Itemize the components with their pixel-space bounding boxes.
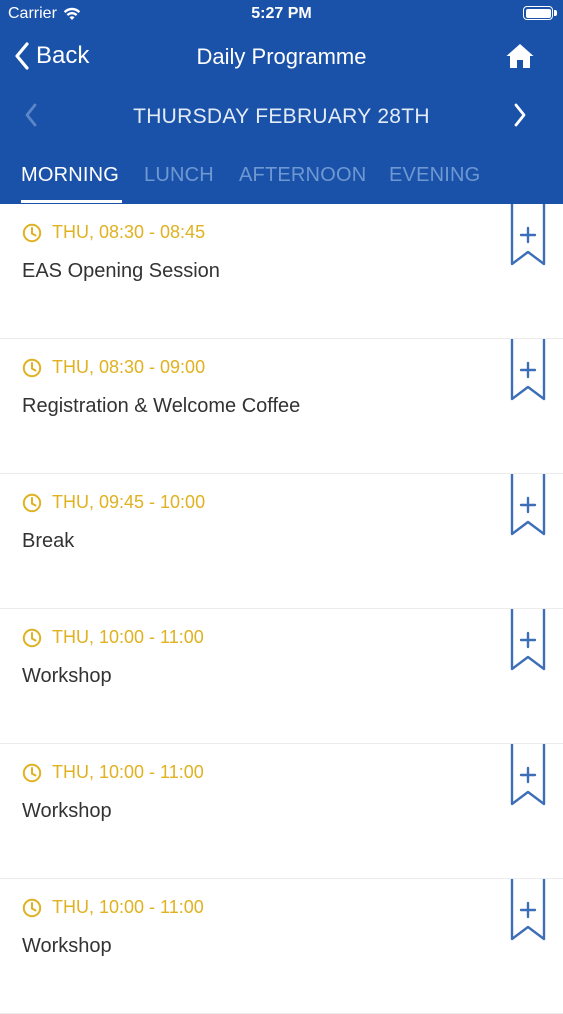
day-part-tabs: MORNING LUNCH AFTERNOON EVENING (0, 160, 563, 204)
session-time: THU, 10:00 - 11:00 (22, 627, 204, 648)
session-time: THU, 10:00 - 11:00 (22, 897, 204, 918)
clock-icon (22, 493, 42, 512)
session-row[interactable]: THU, 09:45 - 10:00 Break (0, 474, 563, 609)
session-title: Workshop (22, 665, 112, 687)
session-title: Workshop (22, 800, 112, 822)
battery-icon (523, 6, 553, 20)
session-time-label: THU, 10:00 - 11:00 (52, 627, 204, 647)
clock-icon (22, 628, 42, 647)
tab-morning[interactable]: MORNING (21, 164, 119, 187)
session-time-label: THU, 08:30 - 09:00 (52, 357, 206, 377)
next-day-button[interactable] (513, 102, 527, 133)
date-label: THURSDAY FEBRUARY 28TH (133, 105, 430, 128)
add-bookmark-icon[interactable] (510, 474, 546, 538)
home-button[interactable] (505, 42, 535, 75)
session-list: THU, 08:30 - 08:45 EAS Opening Session THU… (0, 204, 563, 1014)
clock-icon (22, 223, 42, 242)
add-bookmark-icon[interactable] (510, 744, 546, 808)
add-bookmark-icon[interactable] (510, 204, 546, 268)
clock-icon (22, 898, 42, 917)
tab-afternoon[interactable]: AFTERNOON (239, 164, 366, 187)
add-bookmark-icon[interactable] (510, 609, 546, 673)
header: Carrier 5:27 PM Back Daily Programme THU… (0, 0, 563, 204)
session-row[interactable]: THU, 08:30 - 09:00 Registration & Welcome… (0, 339, 563, 474)
session-time: THU, 09:45 - 10:00 (22, 492, 205, 513)
clock-icon (22, 358, 42, 377)
session-title: EAS Opening Session (22, 260, 220, 282)
add-bookmark-icon[interactable] (510, 879, 546, 943)
clock-icon (22, 763, 42, 782)
session-time-label: THU, 09:45 - 10:00 (52, 492, 206, 512)
status-time: 5:27 PM (251, 5, 312, 22)
session-row[interactable]: THU, 10:00 - 11:00 Workshop (0, 609, 563, 744)
session-time-label: THU, 10:00 - 11:00 (52, 897, 204, 917)
chevron-right-icon (514, 103, 526, 127)
tab-lunch[interactable]: LUNCH (144, 164, 214, 187)
session-time: THU, 08:30 - 09:00 (22, 357, 205, 378)
date-bar: THURSDAY FEBRUARY 28TH (0, 96, 563, 136)
status-bar: Carrier 5:27 PM (0, 0, 563, 30)
session-time: THU, 10:00 - 11:00 (22, 762, 204, 783)
home-icon (506, 44, 534, 68)
session-time: THU, 08:30 - 08:45 (22, 222, 205, 243)
session-title: Workshop (22, 935, 112, 957)
session-row[interactable]: THU, 10:00 - 11:00 Workshop (0, 879, 563, 1014)
battery-cap (554, 10, 557, 16)
session-row[interactable]: THU, 10:00 - 11:00 Workshop (0, 744, 563, 879)
session-row[interactable]: THU, 08:30 - 08:45 EAS Opening Session (0, 204, 563, 339)
session-title: Registration & Welcome Coffee (22, 395, 301, 417)
session-title: Break (22, 530, 75, 552)
nav-bar: Back Daily Programme (0, 36, 563, 80)
session-time-label: THU, 08:30 - 08:45 (52, 222, 206, 242)
page-title: Daily Programme (196, 44, 367, 69)
add-bookmark-icon[interactable] (510, 339, 546, 403)
tab-active-indicator (21, 200, 122, 203)
tab-evening[interactable]: EVENING (389, 164, 480, 187)
session-time-label: THU, 10:00 - 11:00 (52, 762, 204, 782)
